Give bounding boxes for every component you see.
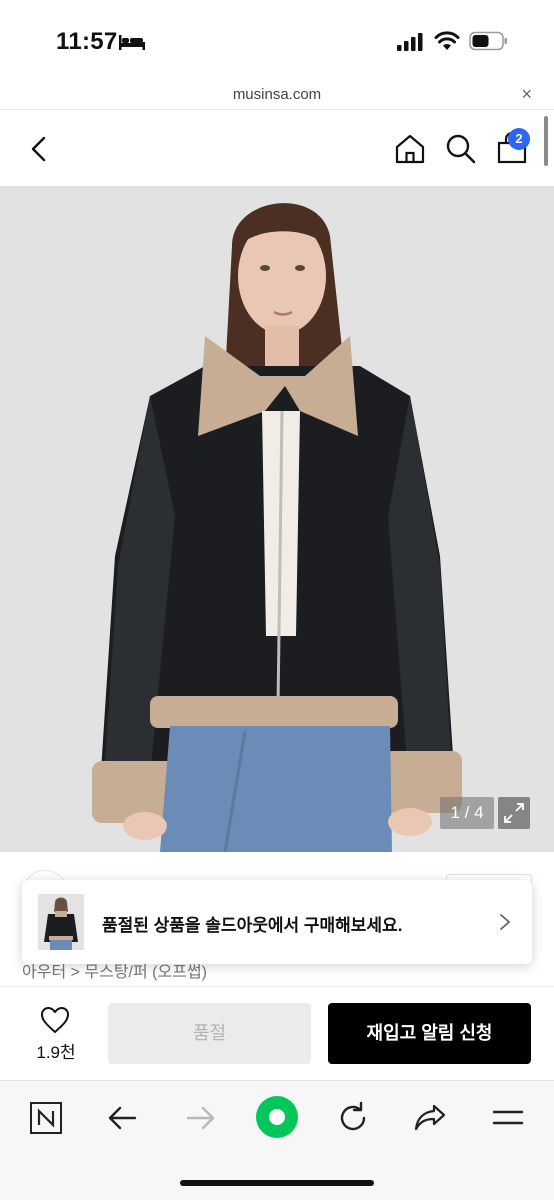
status-time: 11:57 — [56, 28, 118, 55]
banner-thumbnail — [38, 894, 84, 950]
scroll-indicator — [544, 116, 548, 166]
image-counter: 1 / 4 — [440, 797, 494, 829]
naver-n-icon[interactable] — [24, 1096, 68, 1140]
share-icon[interactable] — [408, 1096, 452, 1140]
chevron-right-icon[interactable] — [498, 912, 512, 932]
url-text[interactable]: musinsa.com — [0, 86, 554, 103]
forward-arrow-icon[interactable] — [178, 1096, 222, 1140]
signal-icon — [397, 33, 423, 51]
status-bar: 11:57 — [0, 0, 554, 80]
wifi-icon — [434, 31, 460, 50]
home-indicator — [180, 1180, 374, 1186]
battery-icon — [469, 31, 507, 51]
app-header — [0, 111, 554, 186]
back-arrow-icon[interactable] — [101, 1096, 145, 1140]
expand-icon[interactable] — [498, 797, 530, 829]
menu-icon[interactable] — [486, 1096, 530, 1140]
search-icon[interactable] — [443, 131, 479, 167]
like-button[interactable]: 1.9천 — [26, 1004, 86, 1064]
soldout-button: 품절 — [108, 1003, 311, 1064]
refresh-icon[interactable] — [331, 1096, 375, 1140]
sleep-icon — [119, 35, 145, 50]
back-icon[interactable] — [24, 133, 56, 165]
soldout-banner[interactable]: 품절된 상품을 솔드아웃에서 구매해보세요. — [22, 880, 532, 964]
thumbnail-jacket-image — [38, 894, 84, 950]
product-photo-illustration — [0, 186, 554, 852]
home-icon[interactable] — [392, 131, 428, 167]
green-dot-icon[interactable] — [254, 1094, 300, 1140]
soldout-banner-text: 품절된 상품을 솔드아웃에서 구매해보세요. — [102, 916, 403, 935]
url-bar[interactable]: musinsa.com × — [0, 80, 554, 110]
product-image[interactable] — [0, 186, 554, 852]
restock-alert-button[interactable]: 재입고 알림 신청 — [328, 1003, 531, 1064]
like-count: 1.9천 — [36, 1043, 76, 1062]
cart-count-badge: 2 — [508, 128, 530, 150]
heart-icon — [41, 1007, 69, 1033]
close-icon[interactable]: × — [521, 84, 532, 105]
